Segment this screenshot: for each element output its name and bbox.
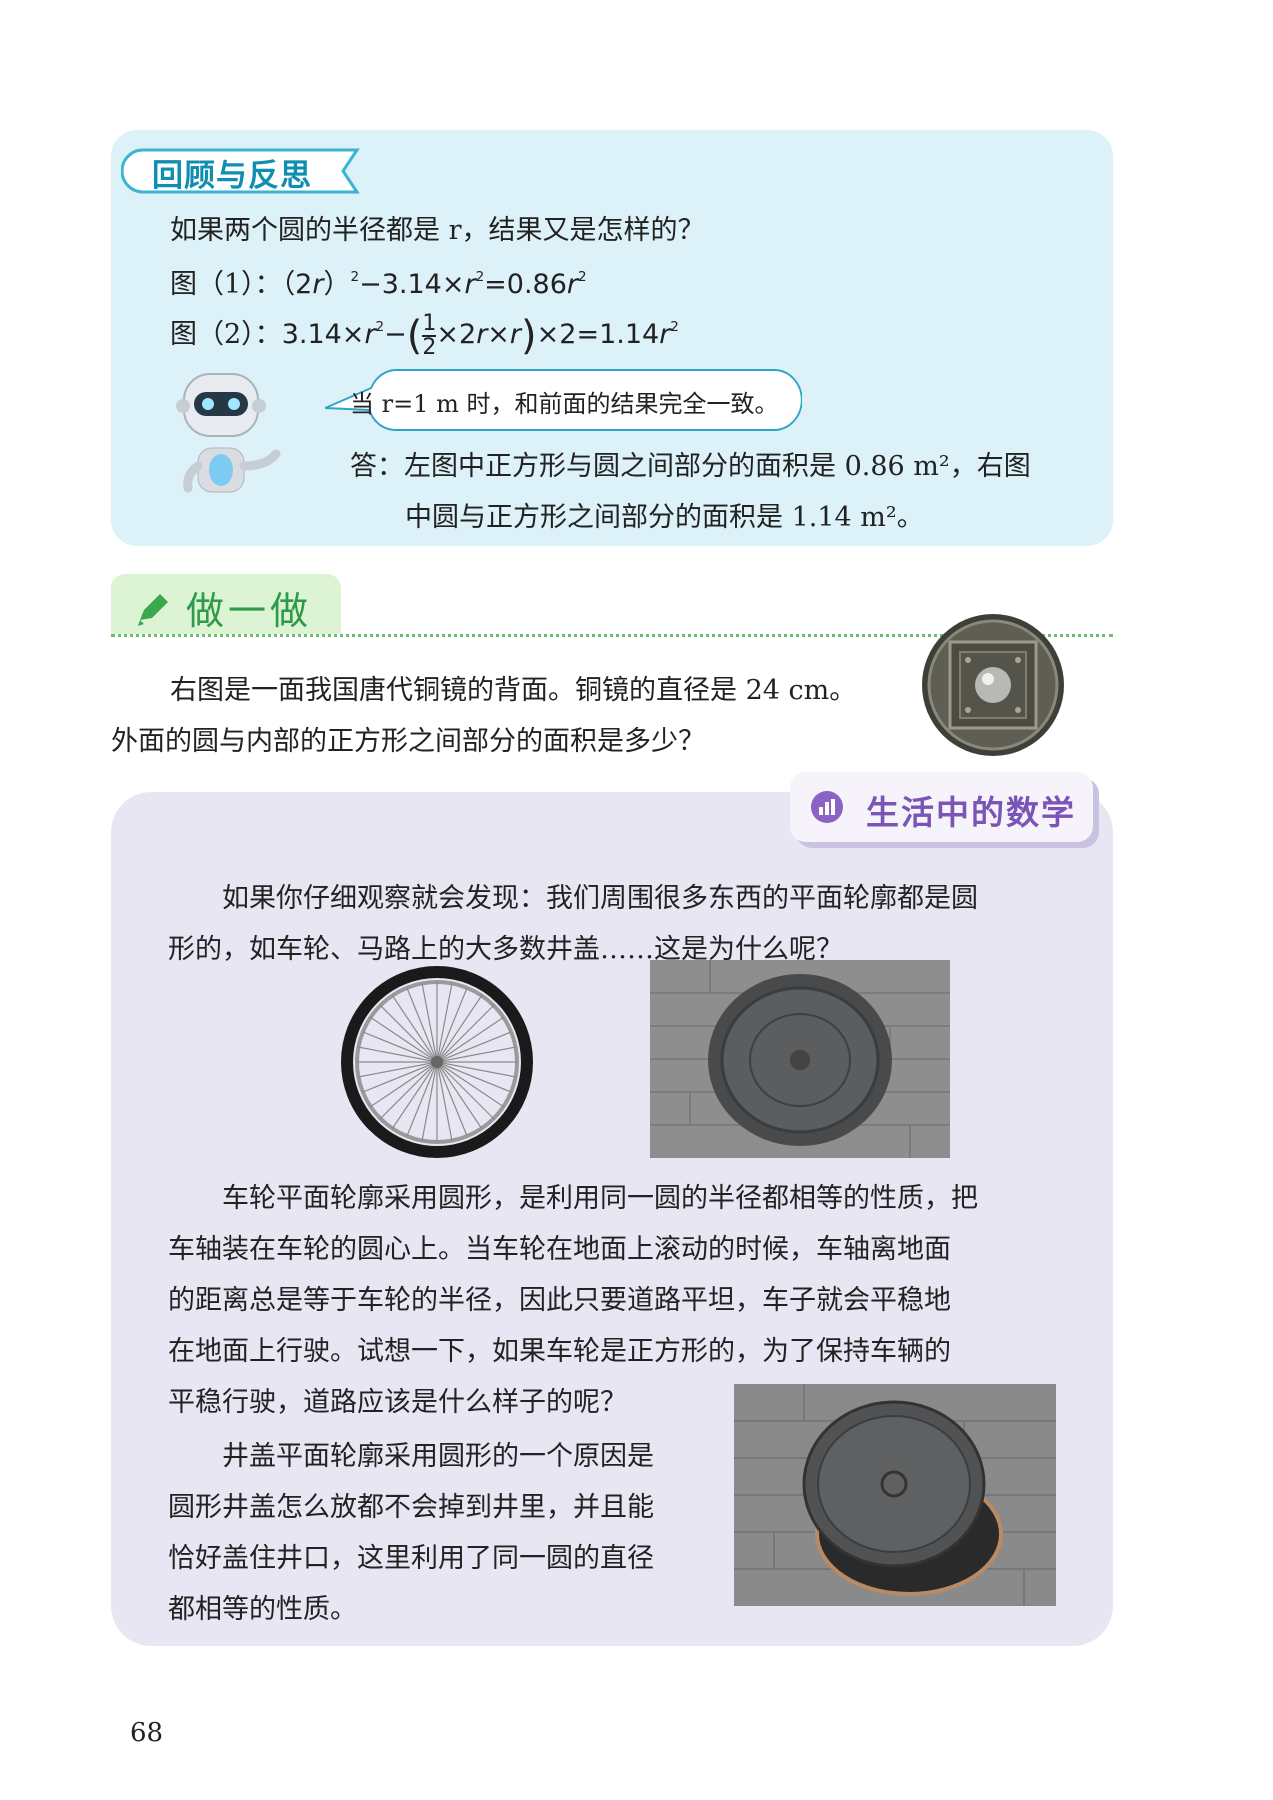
review-title: 回顾与反思	[152, 158, 312, 194]
life-p3-line-1: 井盖平面轮廓采用圆形的一个原因是	[222, 1441, 654, 1472]
life-p1-line-1: 如果你仔细观察就会发现：我们周围很多东西的平面轮廓都是圆	[222, 883, 978, 914]
chart-icon	[811, 791, 843, 823]
life-p2-line-2: 车轴装在车轮的圆心上。当车轮在地面上滚动的时候，车轴离地面	[168, 1234, 951, 1265]
answer-line-1: 答：左图中正方形与圆之间部分的面积是 0.86 m²，右图	[350, 451, 1031, 482]
life-math-title: 生活中的数学	[866, 793, 1076, 832]
formula-1-label: 图（1）：	[170, 269, 282, 300]
doit-title: 做一做	[186, 589, 313, 633]
life-p2-line-3: 的距离总是等于车轮的半径，因此只要道路平坦，车子就会平稳地	[168, 1285, 951, 1316]
life-p2-line-4: 在地面上行驶。试想一下，如果车轮是正方形的，为了保持车辆的	[168, 1336, 951, 1367]
robot-icon	[176, 373, 281, 493]
formula-1: 图（1）：（2r）2−3.14×r2=0.86r2	[170, 268, 587, 300]
life-p2-line-1: 车轮平面轮廓采用圆形，是利用同一圆的半径都相等的性质，把	[222, 1183, 978, 1214]
doit-line-2: 外面的圆与内部的正方形之间部分的面积是多少？	[111, 726, 705, 757]
doit-line-1: 右图是一面我国唐代铜镜的背面。铜镜的直径是 24 cm。	[170, 675, 857, 706]
life-p3-line-3: 恰好盖住井口，这里利用了同一圆的直径	[168, 1543, 654, 1574]
page-number: 68	[130, 1718, 164, 1748]
review-question: 如果两个圆的半径都是 r，结果又是怎样的？	[170, 215, 705, 246]
manhole-cover-image	[650, 960, 950, 1158]
bubble-text: 当 r=1 m 时，和前面的结果完全一致。	[350, 390, 779, 418]
life-p2-line-5: 平稳行驶，道路应该是什么样子的呢？	[168, 1387, 627, 1418]
life-p3-line-2: 圆形井盖怎么放都不会掉到井里，并且能	[168, 1492, 654, 1523]
answer-line-2: 中圆与正方形之间部分的面积是 1.14 m²。	[405, 502, 924, 533]
life-p3-line-4: 都相等的性质。	[168, 1594, 357, 1625]
formula-2-label: 图（2）：	[170, 319, 282, 350]
bronze-mirror-image	[922, 614, 1064, 756]
open-manhole-image	[734, 1384, 1056, 1606]
bicycle-wheel-image	[341, 966, 533, 1158]
pencil-icon	[138, 594, 168, 626]
formula-2: 图（2）：3.14×r2−(1 2 ×2r×r)×2=1.14r2	[170, 310, 679, 360]
